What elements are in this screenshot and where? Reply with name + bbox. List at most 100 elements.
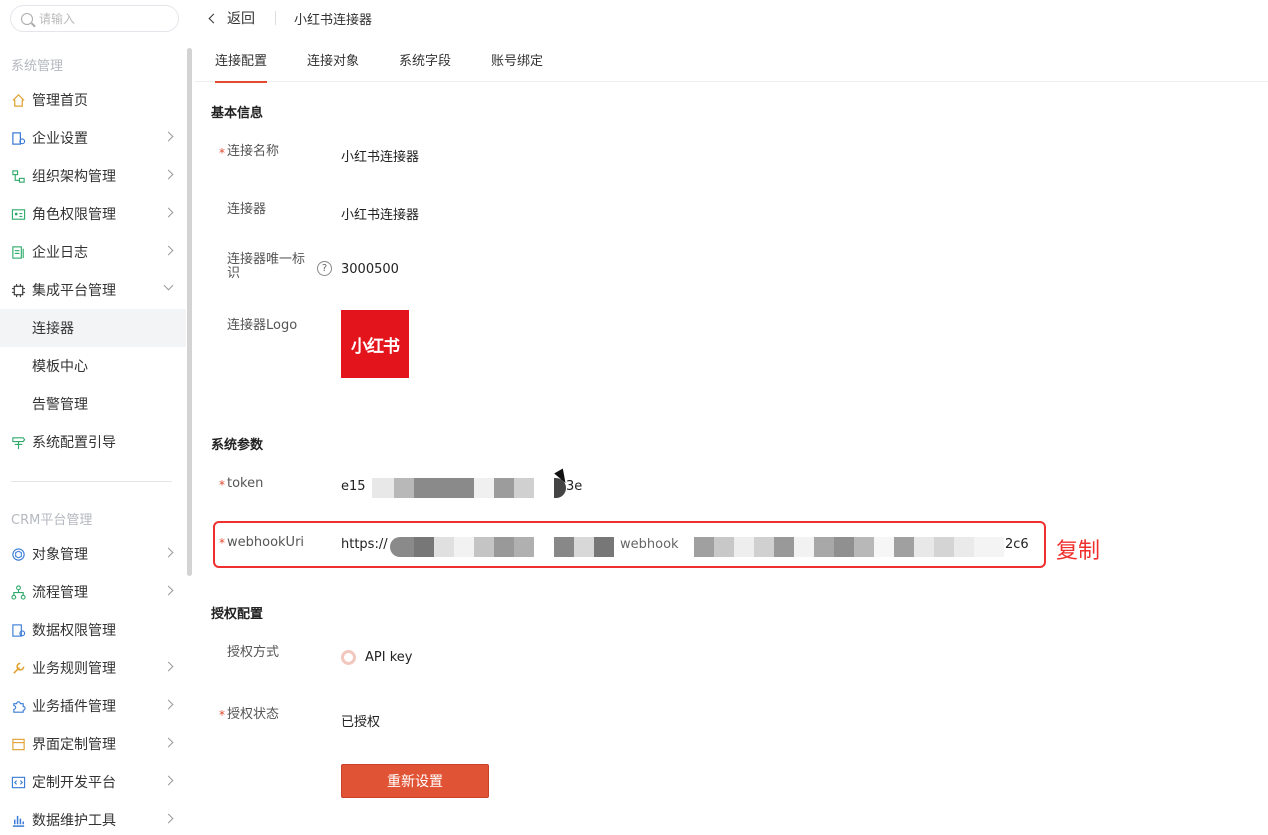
sidebar-item-data-tools[interactable]: 数据维护工具 bbox=[0, 801, 186, 835]
sidebar-item-label: 数据维护工具 bbox=[32, 813, 116, 829]
section-title-basic: 基本信息 bbox=[211, 106, 264, 121]
sidebar-item-flow-management[interactable]: 流程管理 bbox=[0, 573, 186, 611]
required-mark: * bbox=[219, 146, 225, 160]
wrench-icon bbox=[11, 661, 26, 676]
tab-bar: 连接配置 连接对象 系统字段 账号绑定 bbox=[195, 38, 1268, 83]
required-mark: * bbox=[219, 708, 225, 722]
sidebar-item-object-management[interactable]: 对象管理 bbox=[0, 535, 186, 573]
sidebar-item-home[interactable]: 管理首页 bbox=[0, 81, 186, 119]
code-icon bbox=[11, 775, 26, 790]
flow-icon bbox=[11, 584, 26, 600]
search-placeholder: 请输入 bbox=[39, 12, 76, 26]
sidebar-item-label: 界面定制管理 bbox=[32, 737, 116, 753]
sidebar-item-business-plugins[interactable]: 业务插件管理 bbox=[0, 687, 186, 725]
signpost-icon bbox=[11, 435, 26, 450]
sidebar-divider bbox=[11, 481, 172, 482]
sidebar-item-label: 告警管理 bbox=[32, 397, 88, 413]
connector-logo: 小红书 bbox=[341, 310, 409, 378]
header: 返回 小红书连接器 bbox=[195, 0, 1268, 36]
required-mark: * bbox=[219, 536, 225, 550]
webhook-uri-value-prefix: https:// bbox=[341, 537, 388, 552]
chevron-right-icon bbox=[163, 775, 174, 786]
token-label: token bbox=[227, 476, 264, 491]
sidebar-item-config-guide[interactable]: 系统配置引导 bbox=[0, 423, 186, 461]
sidebar-item-dev-platform[interactable]: 定制开发平台 bbox=[0, 763, 186, 801]
chevron-right-icon bbox=[163, 245, 174, 256]
auth-status-label: 授权状态 bbox=[227, 707, 280, 722]
section-title-system: 系统管理 bbox=[11, 59, 64, 74]
id-card-icon bbox=[11, 207, 26, 222]
chevron-right-icon bbox=[163, 547, 174, 558]
chevron-left-icon bbox=[208, 13, 219, 23]
api-key-radio[interactable] bbox=[341, 650, 356, 665]
tab-account-binding[interactable]: 账号绑定 bbox=[491, 50, 543, 69]
sidebar-item-label: 系统配置引导 bbox=[32, 435, 116, 451]
chevron-right-icon bbox=[163, 585, 174, 596]
sidebar-item-label: 定制开发平台 bbox=[32, 775, 116, 791]
connection-name-label: 连接名称 bbox=[227, 144, 280, 159]
required-mark: * bbox=[219, 478, 225, 492]
connector-logo-label: 连接器Logo bbox=[227, 318, 298, 333]
sidebar-item-label: 企业设置 bbox=[32, 131, 88, 147]
sidebar-item-connector[interactable]: 连接器 bbox=[0, 309, 186, 347]
webhook-uri-value-mid: webhook bbox=[620, 537, 679, 552]
sidebar-item-enterprise-log[interactable]: 企业日志 bbox=[0, 233, 186, 271]
auth-method-label: 授权方式 bbox=[227, 645, 280, 660]
chevron-right-icon bbox=[163, 737, 174, 748]
chevron-right-icon bbox=[163, 207, 174, 218]
sidebar-item-label: 业务插件管理 bbox=[32, 699, 116, 715]
data-permission-icon bbox=[11, 623, 26, 638]
sidebar-item-label: 数据权限管理 bbox=[32, 623, 116, 639]
sidebar-item-label: 模板中心 bbox=[32, 359, 88, 375]
copy-annotation: 复制 bbox=[1056, 539, 1101, 564]
sidebar-item-template-center[interactable]: 模板中心 bbox=[0, 347, 186, 385]
layout-icon bbox=[11, 737, 26, 752]
section-title-auth: 授权配置 bbox=[211, 607, 264, 622]
chevron-right-icon bbox=[163, 813, 174, 824]
sidebar-item-enterprise-settings[interactable]: 企业设置 bbox=[0, 119, 186, 157]
connection-name-value: 小红书连接器 bbox=[341, 150, 420, 165]
connector-value: 小红书连接器 bbox=[341, 208, 420, 223]
chevron-right-icon bbox=[163, 699, 174, 710]
header-divider bbox=[275, 11, 276, 25]
sidebar-item-ui-customization[interactable]: 界面定制管理 bbox=[0, 725, 186, 763]
puzzle-icon bbox=[11, 699, 26, 714]
webhook-uri-label: webhookUri bbox=[227, 535, 305, 550]
chevron-down-icon bbox=[163, 280, 174, 291]
sidebar-item-label: 流程管理 bbox=[32, 585, 88, 601]
auth-method-value: API key bbox=[365, 650, 413, 665]
chevron-right-icon bbox=[163, 131, 174, 142]
sidebar: 请输入 系统管理 管理首页 企业设置 组织架构管理 角色权限管理 企业日志 集成… bbox=[0, 0, 190, 835]
sidebar-item-data-permission[interactable]: 数据权限管理 bbox=[0, 611, 186, 649]
sidebar-item-integration-platform[interactable]: 集成平台管理 bbox=[0, 271, 186, 309]
back-label: 返回 bbox=[227, 11, 255, 27]
sidebar-item-business-rules[interactable]: 业务规则管理 bbox=[0, 649, 186, 687]
reset-button[interactable]: 重新设置 bbox=[341, 764, 489, 798]
chip-icon bbox=[11, 283, 26, 298]
sidebar-item-role-permission[interactable]: 角色权限管理 bbox=[0, 195, 186, 233]
back-button[interactable]: 返回 bbox=[208, 8, 255, 28]
section-title-params: 系统参数 bbox=[211, 438, 264, 453]
tab-system-fields[interactable]: 系统字段 bbox=[399, 50, 451, 69]
sidebar-item-label: 业务规则管理 bbox=[32, 661, 116, 677]
sidebar-item-label: 组织架构管理 bbox=[32, 169, 116, 185]
webhook-uri-value-suffix: 2c6 bbox=[1005, 537, 1029, 552]
sidebar-item-label: 管理首页 bbox=[32, 93, 88, 109]
search-input[interactable]: 请输入 bbox=[10, 5, 179, 32]
help-icon[interactable]: ? bbox=[317, 261, 332, 276]
connector-uid-label: 连接器唯一标 识 bbox=[227, 253, 305, 281]
log-icon bbox=[11, 245, 26, 260]
building-icon bbox=[11, 131, 26, 146]
sidebar-item-label: 集成平台管理 bbox=[32, 283, 116, 299]
sidebar-item-label: 连接器 bbox=[32, 321, 74, 337]
sidebar-item-org-structure[interactable]: 组织架构管理 bbox=[0, 157, 186, 195]
tab-connection-objects[interactable]: 连接对象 bbox=[307, 50, 359, 69]
auth-status-value: 已授权 bbox=[341, 715, 381, 730]
tab-connection-config[interactable]: 连接配置 bbox=[215, 50, 268, 83]
section-title-crm: CRM平台管理 bbox=[11, 513, 93, 528]
sidebar-scrollbar[interactable] bbox=[187, 48, 192, 576]
sidebar-item-alert-management[interactable]: 告警管理 bbox=[0, 385, 186, 423]
org-chart-icon bbox=[11, 169, 26, 184]
connector-label: 连接器 bbox=[227, 202, 267, 217]
home-icon bbox=[11, 93, 26, 108]
